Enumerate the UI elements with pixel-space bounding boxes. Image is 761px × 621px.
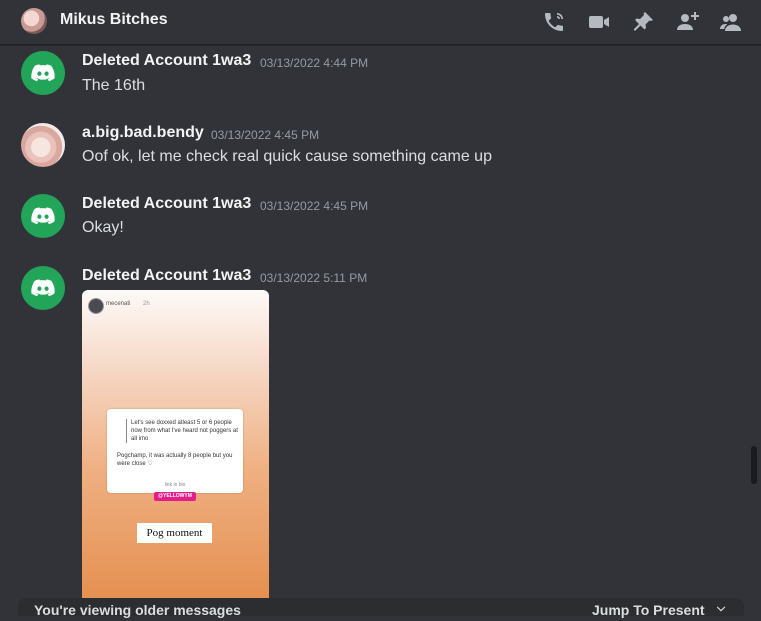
story-caption: Pog moment [137, 523, 212, 543]
story-username: mecenati [106, 301, 131, 307]
message-timestamp: 03/13/2022 5:11 PM [260, 271, 368, 285]
message-content: Oof ok, let me check real quick cause so… [82, 148, 492, 165]
message-timestamp: 03/13/2022 4:44 PM [260, 56, 369, 70]
message-timestamp: 03/13/2022 4:45 PM [260, 199, 369, 213]
chevron-down-icon[interactable] [714, 602, 728, 616]
card-answer: Pogchamp, it was actually 8 people but y… [117, 453, 233, 467]
discord-logo-icon[interactable] [21, 194, 65, 238]
channel-header: Mikus Bitches [0, 0, 761, 45]
card-link: link in bio [164, 482, 186, 488]
message-timestamp: 03/13/2022 4:45 PM [211, 128, 320, 142]
story-tag: @YELLOWYM [154, 492, 196, 501]
video-icon[interactable] [587, 10, 611, 34]
message-author[interactable]: a.big.bad.bendy [82, 124, 204, 142]
user-avatar[interactable] [21, 123, 65, 167]
message-content: Okay! [82, 219, 124, 236]
story-time: 2h [143, 301, 150, 307]
member-list-icon[interactable] [719, 10, 743, 34]
message-author[interactable]: Deleted Account 1wa3 [82, 267, 251, 285]
discord-logo-icon[interactable] [21, 266, 65, 310]
story-avatar [88, 298, 104, 314]
add-member-icon[interactable] [675, 10, 699, 34]
pin-icon[interactable] [631, 10, 655, 34]
message-content: The 16th [82, 77, 146, 94]
scrollbar-thumb[interactable] [751, 446, 757, 484]
card-question: Let's see doxxed atleast 5 or 6 people n… [126, 419, 243, 443]
channel-title: Mikus Bitches [60, 11, 168, 28]
call-icon[interactable] [542, 10, 566, 34]
discord-logo-icon[interactable] [21, 51, 65, 95]
message-author[interactable]: Deleted Account 1wa3 [82, 195, 251, 213]
group-avatar[interactable] [21, 8, 47, 34]
message-author[interactable]: Deleted Account 1wa3 [82, 52, 251, 70]
older-messages-bar: You're viewing older messages Jump To Pr… [18, 598, 744, 618]
qa-card: Let's see doxxed atleast 5 or 6 people n… [107, 409, 243, 493]
image-attachment[interactable]: mecenati 2h Let's see doxxed atleast 5 o… [82, 290, 269, 616]
